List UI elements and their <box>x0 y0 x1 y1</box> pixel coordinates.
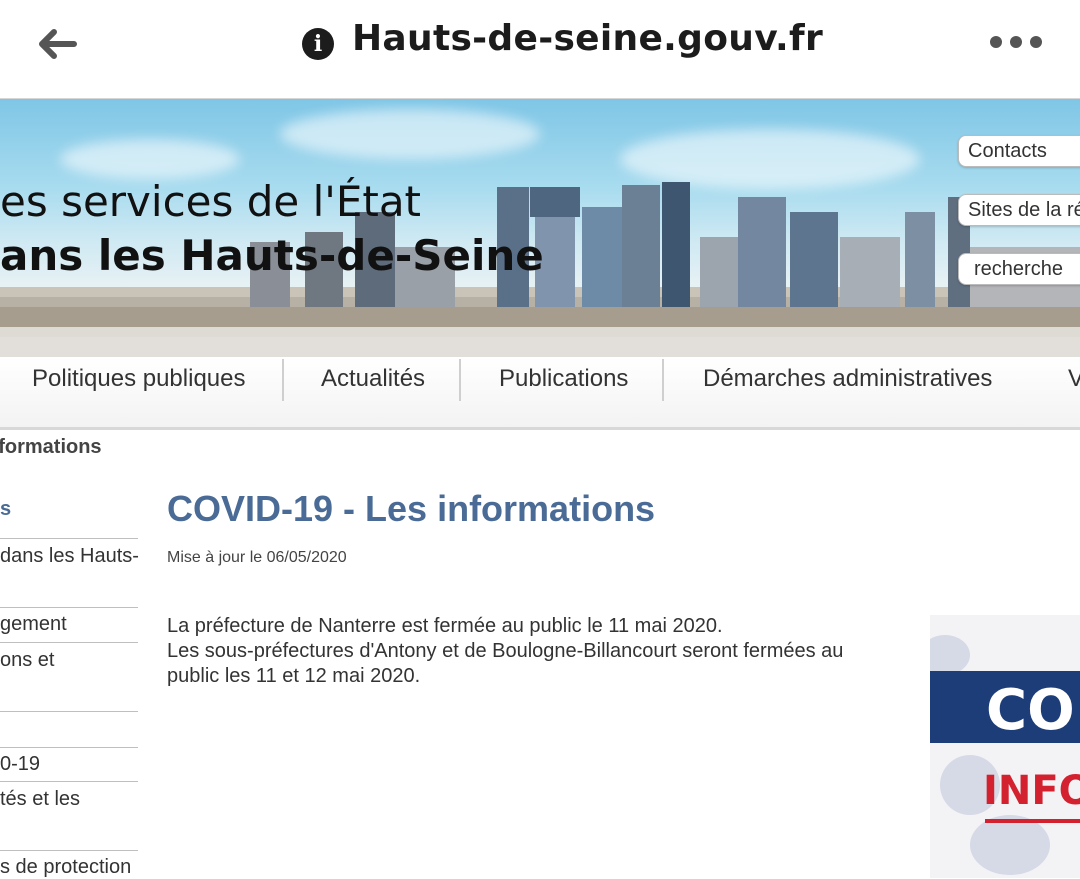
nav-publications[interactable]: Publications <box>499 357 628 427</box>
article-line: Les sous-préfectures d'Antony et de Boul… <box>167 640 844 662</box>
breadcrumb[interactable]: nformations <box>0 436 102 459</box>
info-icon[interactable]: i <box>302 28 334 60</box>
arrow-left-icon[interactable] <box>34 24 80 64</box>
contacts-button[interactable]: Contacts <box>958 135 1080 167</box>
sidebar-heading[interactable]: s <box>0 498 138 521</box>
url-bar[interactable]: Hauts-de-seine.gouv.fr <box>352 18 823 59</box>
search-button[interactable]: recherche <box>958 253 1080 285</box>
sidebar-item[interactable]: s de protection <box>0 856 138 879</box>
nav-politiques-publiques[interactable]: Politiques publiques <box>32 357 245 427</box>
nav-item-cut[interactable]: V <box>1068 357 1080 427</box>
covid-image-subtext: INFO <box>983 768 1080 814</box>
article-body: La préfecture de Nanterre est fermée au … <box>167 614 887 689</box>
site-title-line2: ans les Hauts-de-Seine <box>0 231 544 280</box>
sites-button[interactable]: Sites de la ré <box>958 194 1080 226</box>
update-date: Mise à jour le 06/05/2020 <box>167 549 347 566</box>
sidebar-item[interactable]: gement <box>0 613 138 636</box>
nav-demarches-administratives[interactable]: Démarches administratives <box>703 357 992 427</box>
covid-info-image[interactable]: CO INFO <box>930 615 1080 878</box>
browser-toolbar: i Hauts-de-seine.gouv.fr <box>0 0 1080 99</box>
site-title-line1: es services de l'État <box>0 177 422 226</box>
article-line: La préfecture de Nanterre est fermée au … <box>167 615 723 637</box>
article-line: public les 11 et 12 mai 2020. <box>167 665 421 687</box>
sidebar-item[interactable]: ons et <box>0 649 138 672</box>
page-title: COVID-19 - Les informations <box>167 488 656 529</box>
sidebar-item[interactable]: dans les Hauts- <box>0 545 139 568</box>
sidebar-item[interactable]: 0-19 <box>0 753 138 776</box>
nav-actualites[interactable]: Actualités <box>321 357 425 427</box>
covid-image-text: CO <box>986 678 1075 743</box>
main-nav: Politiques publiques Actualités Publicat… <box>0 357 1080 430</box>
more-dots-icon[interactable] <box>990 36 1046 52</box>
sidebar-item[interactable]: tés et les <box>0 788 138 811</box>
site-banner: es services de l'État ans les Hauts-de-S… <box>0 99 1080 357</box>
